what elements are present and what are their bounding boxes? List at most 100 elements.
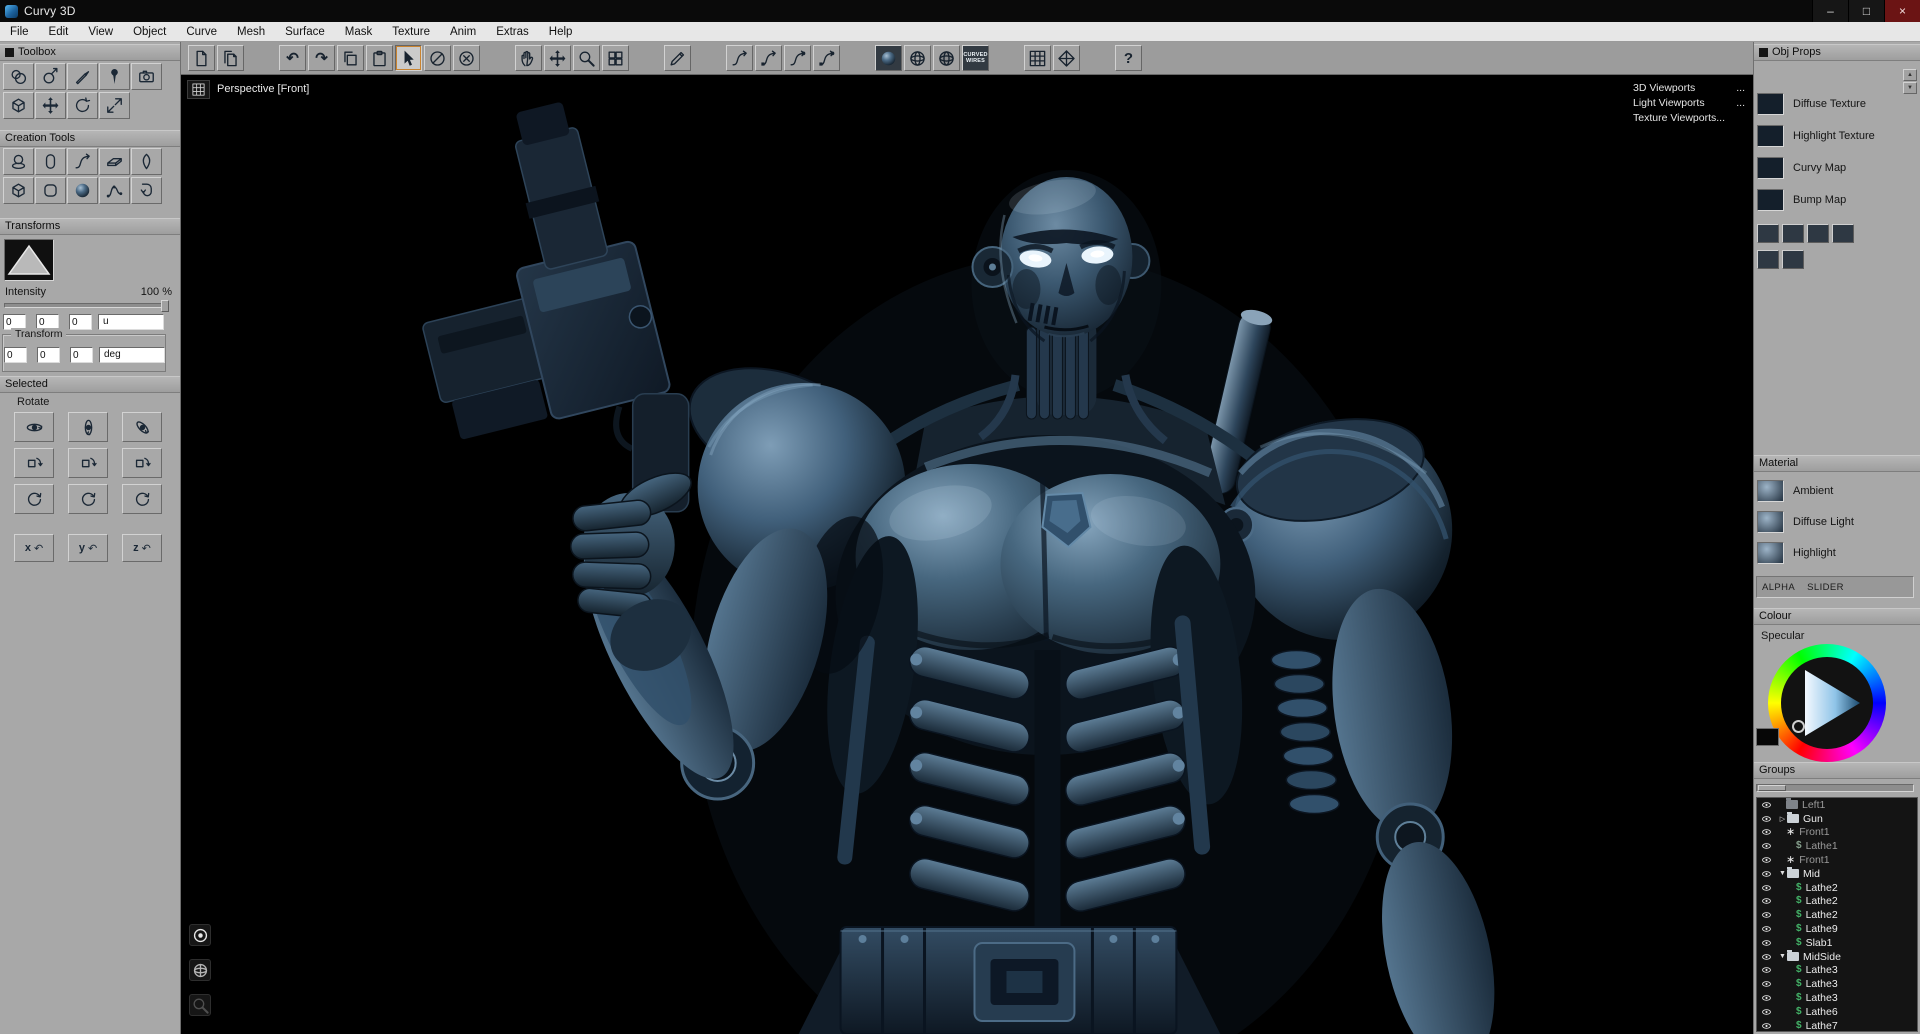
spline-primitive-button[interactable]	[99, 177, 130, 204]
menu-edit[interactable]: Edit	[39, 24, 79, 40]
colour-picker-marker[interactable]	[1792, 720, 1805, 733]
visibility-eye-icon[interactable]	[1760, 965, 1774, 976]
spin-x-button[interactable]	[14, 484, 54, 514]
highlight-thumbnail[interactable]	[1757, 542, 1784, 564]
help-button[interactable]: ?	[1115, 45, 1142, 71]
group-item-front1[interactable]: ∗Front1	[1757, 853, 1917, 867]
viewport-3d[interactable]: Perspective [Front] 3D Viewports...Light…	[181, 75, 1753, 1034]
groups-scrollbar-thumb[interactable]	[1758, 785, 1786, 791]
move-tool-button[interactable]	[35, 92, 66, 119]
shaded-display-button[interactable]	[875, 45, 902, 71]
colour-wheel[interactable]	[1768, 644, 1886, 762]
curve-primitive-button[interactable]	[67, 148, 98, 175]
pan-hand-button[interactable]	[515, 45, 542, 71]
menu-mesh[interactable]: Mesh	[227, 24, 275, 40]
delete-button[interactable]	[453, 45, 480, 71]
uv-display-button[interactable]	[1053, 45, 1080, 71]
menu-extras[interactable]: Extras	[486, 24, 539, 40]
current-colour-swatch[interactable]	[1756, 728, 1779, 746]
knife-tool-button[interactable]	[67, 63, 98, 90]
group-item-slab1[interactable]: $Slab1	[1757, 936, 1917, 950]
group-item-lathe9[interactable]: $Lathe9	[1757, 922, 1917, 936]
hook-primitive-button[interactable]	[131, 177, 162, 204]
undo-button[interactable]: ↶	[279, 45, 306, 71]
panel-scroll-up[interactable]: ▲	[1903, 69, 1917, 81]
bump-map-thumbnail[interactable]	[1757, 189, 1784, 211]
leaf-primitive-button[interactable]	[131, 148, 162, 175]
group-item-mid[interactable]: ▼Mid	[1757, 867, 1917, 881]
specular-mode-label[interactable]: Specular	[1761, 630, 1804, 642]
objprop-button-6[interactable]	[1782, 250, 1804, 269]
group-item-midside[interactable]: ▼MidSide	[1757, 950, 1917, 964]
visibility-eye-icon[interactable]	[1760, 813, 1774, 824]
transform-unit-box[interactable]: deg	[99, 347, 165, 363]
inflate-brush-button[interactable]	[35, 63, 66, 90]
menu-texture[interactable]: Texture	[382, 24, 440, 40]
viewport-menu-item[interactable]: Texture Viewports...	[1633, 112, 1745, 124]
new-scene-button[interactable]	[188, 45, 215, 71]
menu-curve[interactable]: Curve	[176, 24, 227, 40]
rotate-tool-button[interactable]	[67, 92, 98, 119]
minimize-button[interactable]: –	[1812, 0, 1848, 22]
draw-curve-button[interactable]	[726, 45, 753, 71]
group-item-lathe2[interactable]: $Lathe2	[1757, 881, 1917, 895]
group-item-lathe2[interactable]: $Lathe2	[1757, 908, 1917, 922]
visibility-eye-icon[interactable]	[1760, 951, 1774, 962]
objprop-button-2[interactable]	[1782, 224, 1804, 243]
tree-collapsed-arrow-icon[interactable]: ▷	[1778, 815, 1787, 823]
axis-y-button[interactable]: y↶	[68, 534, 108, 562]
diffuse-light-thumbnail[interactable]	[1757, 511, 1784, 533]
viewport-layout-button[interactable]	[602, 45, 629, 71]
rotate-z-button[interactable]	[122, 412, 162, 442]
object-mode-button[interactable]	[3, 92, 34, 119]
viewport-menu-item[interactable]: 3D Viewports...	[1633, 82, 1745, 94]
capsule-primitive-button[interactable]	[35, 148, 66, 175]
visibility-eye-icon[interactable]	[1760, 799, 1774, 810]
group-item-lathe1[interactable]: $Lathe1	[1757, 839, 1917, 853]
visibility-eye-icon[interactable]	[1760, 841, 1774, 852]
visibility-eye-icon[interactable]	[1760, 896, 1774, 907]
flip-z-button[interactable]	[122, 448, 162, 478]
group-item-front1[interactable]: ∗Front1	[1757, 826, 1917, 840]
close-button[interactable]: ×	[1884, 0, 1920, 22]
menu-anim[interactable]: Anim	[440, 24, 486, 40]
visibility-eye-icon[interactable]	[1760, 910, 1774, 921]
collapse-square-icon[interactable]	[1759, 48, 1768, 57]
grid-display-button[interactable]	[1024, 45, 1051, 71]
group-item-lathe3[interactable]: $Lathe3	[1757, 977, 1917, 991]
save-scene-button[interactable]	[217, 45, 244, 71]
visibility-eye-icon[interactable]	[1760, 937, 1774, 948]
scale-tool-button[interactable]	[99, 92, 130, 119]
intensity-slider-thumb[interactable]	[161, 300, 169, 312]
wireframe-display-button[interactable]	[904, 45, 931, 71]
select-cursor-button[interactable]	[395, 45, 422, 71]
blob-brush-button[interactable]	[3, 63, 34, 90]
menu-help[interactable]: Help	[539, 24, 583, 40]
curved-wires-display-button[interactable]: CURVED WIRES	[962, 45, 989, 71]
view-reset-button[interactable]	[189, 924, 211, 946]
flip-x-button[interactable]	[14, 448, 54, 478]
axis-z-button[interactable]: z↶	[122, 534, 162, 562]
visibility-eye-icon[interactable]	[1760, 1020, 1774, 1031]
coord-input[interactable]	[69, 314, 92, 330]
coord-input[interactable]	[70, 347, 93, 363]
view-zoom-button[interactable]	[189, 994, 211, 1016]
menu-object[interactable]: Object	[123, 24, 176, 40]
visibility-eye-icon[interactable]	[1760, 882, 1774, 893]
objprop-button-1[interactable]	[1757, 224, 1779, 243]
visibility-eye-icon[interactable]	[1760, 1006, 1774, 1017]
group-item-lathe6[interactable]: $Lathe6	[1757, 1005, 1917, 1019]
menu-file[interactable]: File	[0, 24, 39, 40]
objprop-button-3[interactable]	[1807, 224, 1829, 243]
group-item-lathe3[interactable]: $Lathe3	[1757, 991, 1917, 1005]
camera-tool-button[interactable]	[131, 63, 162, 90]
view-orbit-button[interactable]	[189, 959, 211, 981]
group-item-left1[interactable]: Left1	[1757, 798, 1917, 812]
visibility-eye-icon[interactable]	[1760, 855, 1774, 866]
menu-surface[interactable]: Surface	[275, 24, 335, 40]
transform-profile-thumbnail[interactable]	[4, 239, 54, 281]
cube-primitive-button[interactable]	[3, 177, 34, 204]
coord-input[interactable]	[4, 347, 27, 363]
rotate-y-button[interactable]	[68, 412, 108, 442]
picker-triangle[interactable]	[1768, 644, 1886, 762]
